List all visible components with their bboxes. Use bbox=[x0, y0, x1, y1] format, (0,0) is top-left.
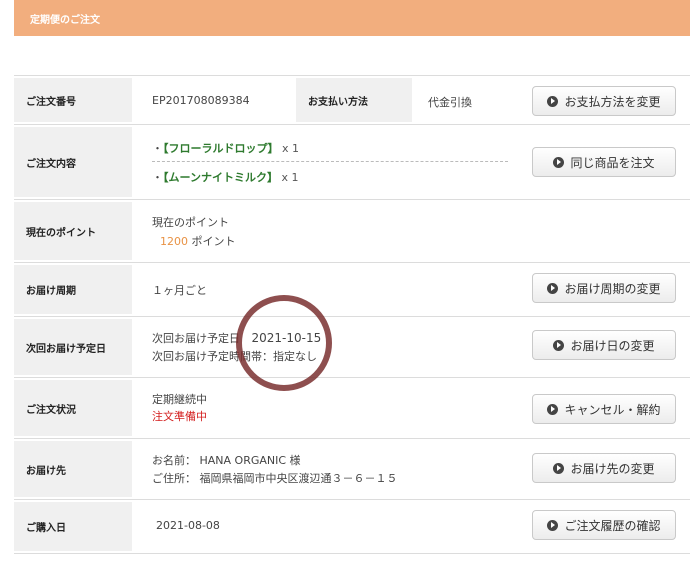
payment-method-label: お支払い方法 bbox=[296, 78, 412, 122]
product-quantity: x 1 bbox=[282, 142, 300, 155]
reorder-button-label: 同じ商品を注文 bbox=[570, 155, 655, 170]
points-amount: 1200 ポイント bbox=[160, 233, 236, 249]
next-delivery-time-label: 次回お届け予定時間帯： bbox=[152, 350, 273, 363]
next-delivery-label: 次回お届け予定日 bbox=[14, 319, 132, 375]
purchase-date-value: 2021-08-08 bbox=[156, 519, 220, 532]
play-circle-icon bbox=[547, 95, 559, 107]
change-destination-button[interactable]: お届け先の変更 bbox=[532, 453, 676, 483]
page-title: 定期便のご注文 bbox=[30, 15, 100, 26]
purchase-date-label: ご購入日 bbox=[14, 502, 132, 551]
delivery-cycle-row: お届け周期 １ヶ月ごと お届け周期の変更 bbox=[14, 262, 690, 316]
next-delivery-row: 次回お届け予定日 次回お届け予定日 2021-10-15 次回お届け予定時間帯：… bbox=[14, 316, 690, 377]
next-delivery-date-label: 次回お届け予定日 bbox=[152, 332, 240, 345]
product-quantity: x 1 bbox=[281, 171, 299, 184]
change-destination-button-label: お届け先の変更 bbox=[570, 461, 655, 476]
order-status-row: ご注文状況 定期継続中 注文準備中 キャンセル・解約 bbox=[14, 377, 690, 438]
play-circle-icon bbox=[547, 282, 559, 294]
change-payment-button[interactable]: お支払方法を変更 bbox=[532, 86, 676, 116]
order-history-button-label: ご注文履歴の確認 bbox=[564, 518, 661, 533]
order-item: ・【ムーンナイトミルク】 x 1 bbox=[152, 169, 298, 185]
points-label: 現在のポイント bbox=[14, 202, 132, 260]
points-row: 現在のポイント 現在のポイント 1200 ポイント bbox=[14, 199, 690, 262]
cancel-subscription-button-label: キャンセル・解約 bbox=[564, 402, 661, 417]
next-delivery-time: 次回お届け予定時間帯：指定なし bbox=[152, 348, 317, 364]
play-circle-icon bbox=[547, 519, 559, 531]
order-history-button[interactable]: ご注文履歴の確認 bbox=[532, 510, 676, 540]
points-value: 1200 bbox=[160, 235, 188, 248]
next-delivery-date: 次回お届け予定日 2021-10-15 bbox=[152, 330, 321, 346]
next-delivery-time-value: 指定なし bbox=[273, 350, 317, 363]
order-item: ・【フローラルドロップ】 x 1 bbox=[152, 140, 299, 156]
order-items-row: ご注文内容 ・【フローラルドロップ】 x 1 ・【ムーンナイトミルク】 x 1 … bbox=[14, 124, 690, 199]
order-number-label: ご注文番号 bbox=[14, 78, 132, 122]
destination-label: お届け先 bbox=[14, 441, 132, 497]
order-number-row: ご注文番号 EP201708089384 お支払い方法 代金引換 お支払方法を変… bbox=[14, 75, 690, 124]
recipient-address: ご住所： 福岡県福岡市中央区渡辺通３－６－１５ bbox=[152, 472, 398, 485]
order-status-label: ご注文状況 bbox=[14, 380, 132, 436]
recipient-name: お名前： HANA ORGANIC 様 bbox=[152, 454, 301, 467]
play-circle-icon bbox=[547, 403, 559, 415]
delivery-cycle-value: １ヶ月ごと bbox=[152, 284, 207, 297]
bullet: ・ bbox=[152, 142, 163, 155]
payment-method-value: 代金引換 bbox=[428, 96, 472, 109]
page-header: 定期便のご注文 bbox=[14, 0, 690, 36]
points-unit: ポイント bbox=[191, 235, 236, 248]
product-name-link[interactable]: 【フローラルドロップ】 bbox=[163, 142, 279, 155]
status-preparing: 注文準備中 bbox=[152, 410, 207, 423]
change-delivery-date-button[interactable]: お届け日の変更 bbox=[532, 330, 676, 360]
change-cycle-button-label: お届け周期の変更 bbox=[564, 281, 661, 296]
delivery-cycle-label: お届け周期 bbox=[14, 265, 132, 314]
reorder-button[interactable]: 同じ商品を注文 bbox=[532, 147, 676, 177]
play-circle-icon bbox=[553, 156, 565, 168]
item-divider bbox=[152, 161, 508, 162]
change-payment-button-label: お支払方法を変更 bbox=[564, 94, 661, 109]
order-detail-table: ご注文番号 EP201708089384 お支払い方法 代金引換 お支払方法を変… bbox=[14, 75, 690, 554]
product-name-link[interactable]: 【ムーンナイトミルク】 bbox=[163, 171, 278, 184]
change-cycle-button[interactable]: お届け周期の変更 bbox=[532, 273, 676, 303]
next-delivery-date-value: 2021-10-15 bbox=[251, 331, 322, 345]
destination-row: お届け先 お名前： HANA ORGANIC 様 ご住所： 福岡県福岡市中央区渡… bbox=[14, 438, 690, 499]
play-circle-icon bbox=[553, 339, 565, 351]
order-number-value: EP201708089384 bbox=[152, 94, 250, 107]
bullet: ・ bbox=[152, 171, 163, 184]
order-items-label: ご注文内容 bbox=[14, 127, 132, 197]
purchase-date-row: ご購入日 2021-08-08 ご注文履歴の確認 bbox=[14, 499, 690, 554]
cancel-subscription-button[interactable]: キャンセル・解約 bbox=[532, 394, 676, 424]
status-continuing: 定期継続中 bbox=[152, 393, 207, 406]
change-delivery-date-button-label: お届け日の変更 bbox=[570, 338, 655, 353]
points-caption: 現在のポイント bbox=[152, 216, 229, 229]
play-circle-icon bbox=[553, 462, 565, 474]
